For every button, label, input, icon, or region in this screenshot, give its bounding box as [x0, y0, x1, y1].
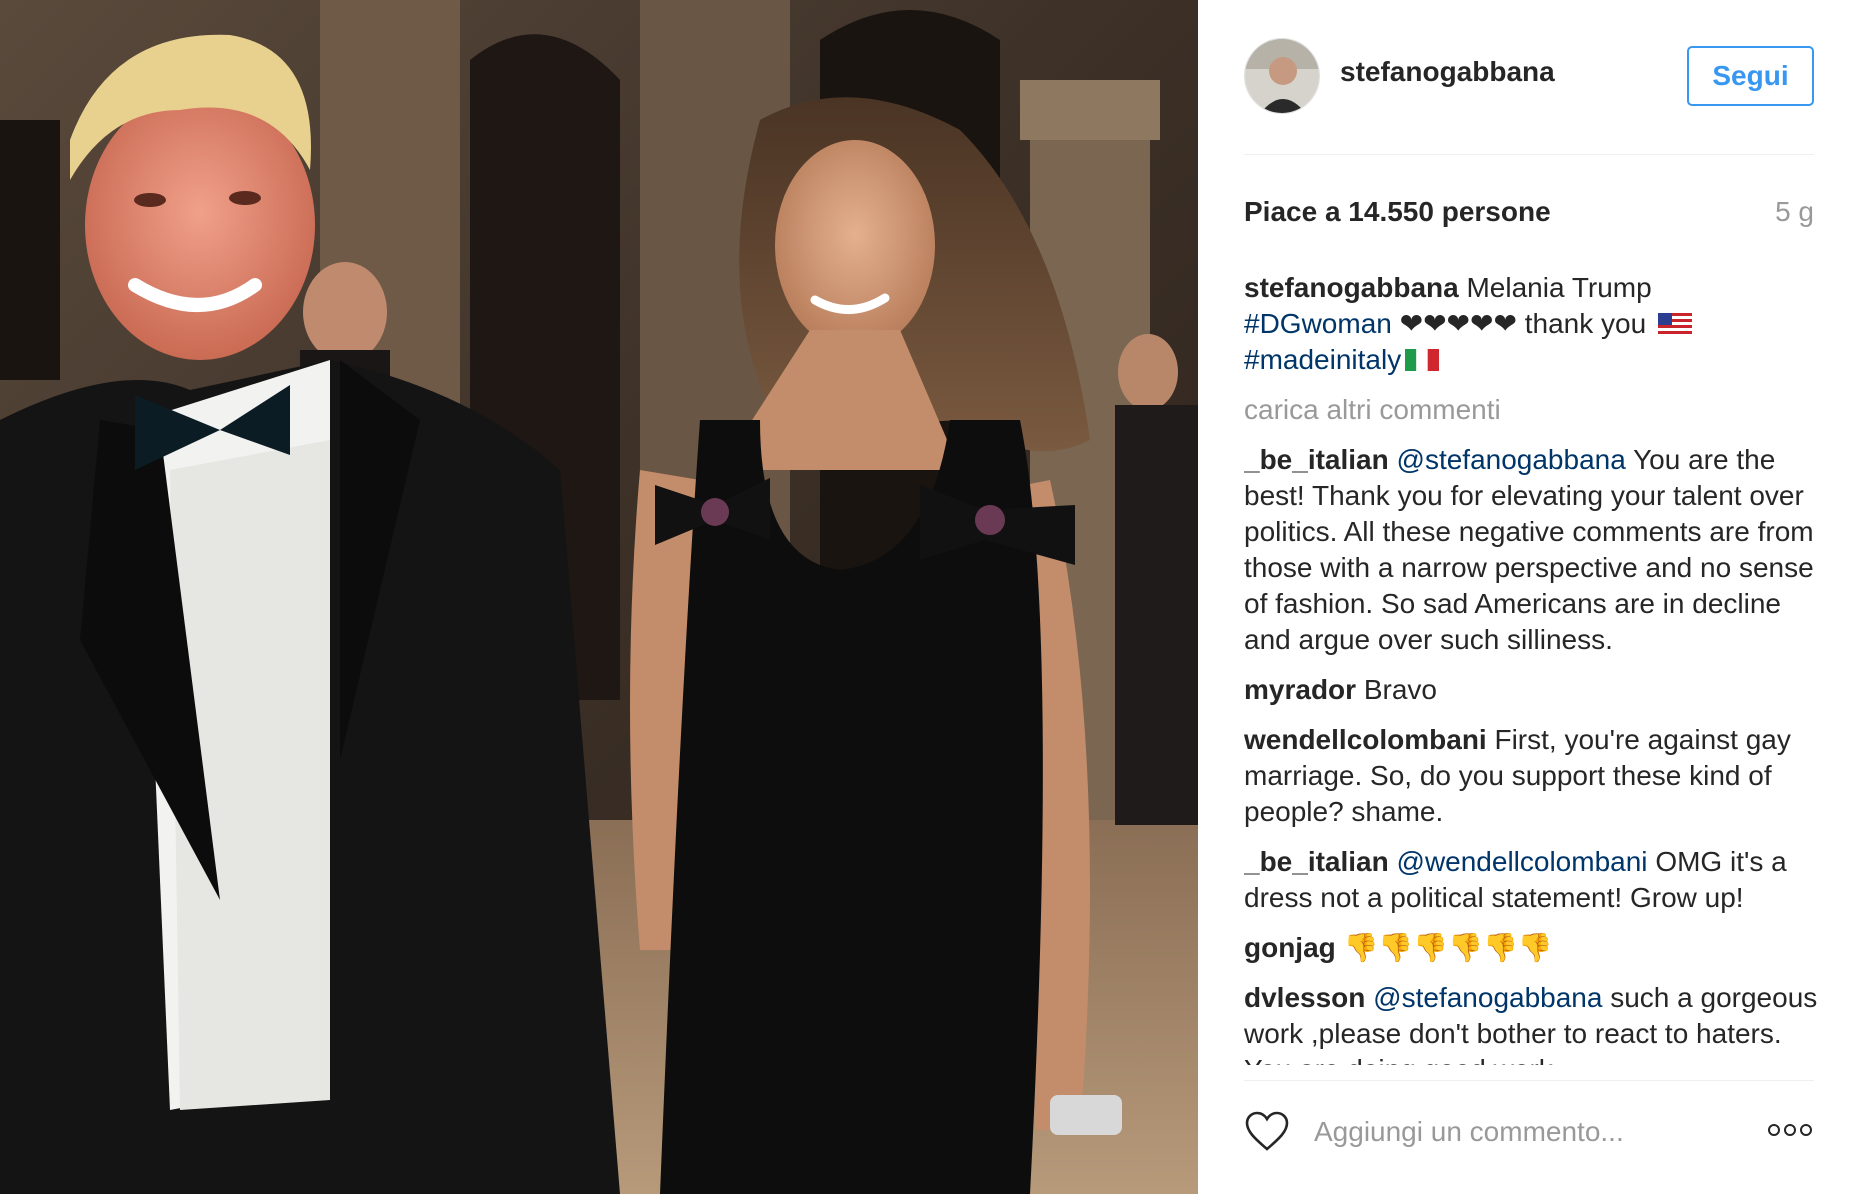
- comment-text: You are the best! Thank you for elevatin…: [1244, 444, 1814, 655]
- comment-input[interactable]: [1314, 1114, 1734, 1150]
- comment-username[interactable]: _be_italian: [1244, 444, 1389, 475]
- divider: [1244, 154, 1814, 155]
- comment-username[interactable]: _be_italian: [1244, 846, 1389, 877]
- comment-mention[interactable]: @stefanogabbana: [1373, 982, 1602, 1013]
- comment-item: dvlesson @stefanogabbana such a gorgeous…: [1244, 980, 1834, 1065]
- comment-username[interactable]: myrador: [1244, 674, 1356, 705]
- post-header: stefanogabbana Segui: [1244, 34, 1814, 118]
- avatar[interactable]: [1244, 38, 1320, 114]
- comment-bar: [1244, 1108, 1814, 1158]
- comment-item: myrador Bravo: [1244, 672, 1834, 708]
- comment-mention[interactable]: @wendellcolombani: [1397, 846, 1648, 877]
- comment-username[interactable]: stefanogabbana: [1244, 272, 1459, 303]
- more-options-icon[interactable]: [1766, 1122, 1814, 1138]
- comment-item: wendellcolombani First, you're against g…: [1244, 722, 1834, 830]
- comment-username[interactable]: wendellcolombani: [1244, 724, 1487, 755]
- comment-mention[interactable]: @stefanogabbana: [1397, 444, 1626, 475]
- likes-row: Piace a 14.550 persone 5 g: [1244, 196, 1814, 236]
- hearts-emoji: ❤❤❤❤❤: [1399, 308, 1517, 339]
- comments-list[interactable]: stefanogabbana Melania Trump #DGwoman ❤❤…: [1244, 270, 1834, 1065]
- caption-thanks: thank you: [1524, 308, 1647, 339]
- post-photo[interactable]: [0, 0, 1198, 1194]
- hashtag[interactable]: #DGwoman: [1244, 308, 1392, 339]
- follow-button[interactable]: Segui: [1687, 46, 1814, 106]
- post-time[interactable]: 5 g: [1775, 196, 1814, 228]
- likes-count[interactable]: Piace a 14.550 persone: [1244, 196, 1551, 228]
- heart-icon[interactable]: [1244, 1110, 1290, 1152]
- load-more-comments-link[interactable]: carica altri commenti: [1244, 392, 1834, 428]
- username-link[interactable]: stefanogabbana: [1340, 56, 1555, 88]
- italy-flag-icon: [1405, 349, 1440, 371]
- thumbs-down-emoji: 👎👎👎👎👎👎: [1343, 932, 1553, 963]
- divider: [1244, 1080, 1814, 1081]
- comment-item: _be_italian @wendellcolombani OMG it's a…: [1244, 844, 1834, 916]
- comment-text: Bravo: [1363, 674, 1437, 705]
- comment-item: _be_italian @stefanogabbana You are the …: [1244, 442, 1834, 658]
- hashtag[interactable]: #madeinitaly: [1244, 344, 1401, 375]
- comment-item: gonjag 👎👎👎👎👎👎: [1244, 930, 1834, 966]
- comment-username[interactable]: gonjag: [1244, 932, 1336, 963]
- photo-illustration: [0, 0, 1198, 1194]
- post-side-panel: stefanogabbana Segui Piace a 14.550 pers…: [1198, 0, 1860, 1194]
- caption-text: Melania Trump: [1466, 272, 1652, 303]
- comment-username[interactable]: dvlesson: [1244, 982, 1365, 1013]
- caption: stefanogabbana Melania Trump #DGwoman ❤❤…: [1244, 270, 1834, 378]
- us-flag-icon: [1657, 313, 1692, 335]
